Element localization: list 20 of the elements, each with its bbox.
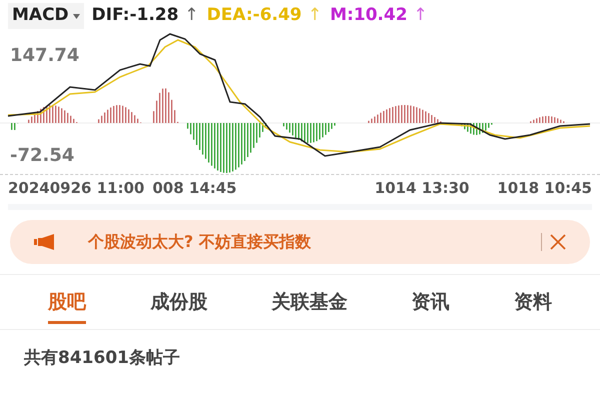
indicator-value: DIF:-1.28 ↑ — [92, 4, 199, 28]
x-axis-label: 20240926 11:00 — [8, 178, 144, 200]
tab[interactable]: 资料 — [514, 280, 552, 324]
indicator-dropdown[interactable]: MACD — [8, 3, 84, 29]
close-icon[interactable] — [550, 234, 566, 250]
banner-text: 个股波动太大? 不妨直接买指数 — [88, 231, 312, 253]
tab[interactable]: 股吧 — [48, 280, 86, 324]
x-axis-label: 1014 13:30 — [374, 178, 470, 200]
caret-icon — [72, 14, 80, 18]
indicator-value: M:10.42 ↑ — [330, 4, 428, 28]
y-axis-label: 147.74 — [10, 44, 80, 68]
y-axis-label: -72.54 — [10, 144, 74, 168]
tab[interactable]: 成份股 — [150, 280, 208, 324]
post-count: 共有841601条帖子 — [24, 348, 180, 368]
indicator-value: DEA:-6.49 ↑ — [206, 4, 322, 28]
x-axis-label: 1018 10:45 — [497, 178, 592, 200]
tab[interactable]: 资讯 — [412, 280, 450, 324]
tab[interactable]: 关联基金 — [271, 280, 348, 324]
megaphone-icon — [34, 234, 56, 250]
x-axis-label: 008 14:45 — [152, 178, 237, 200]
